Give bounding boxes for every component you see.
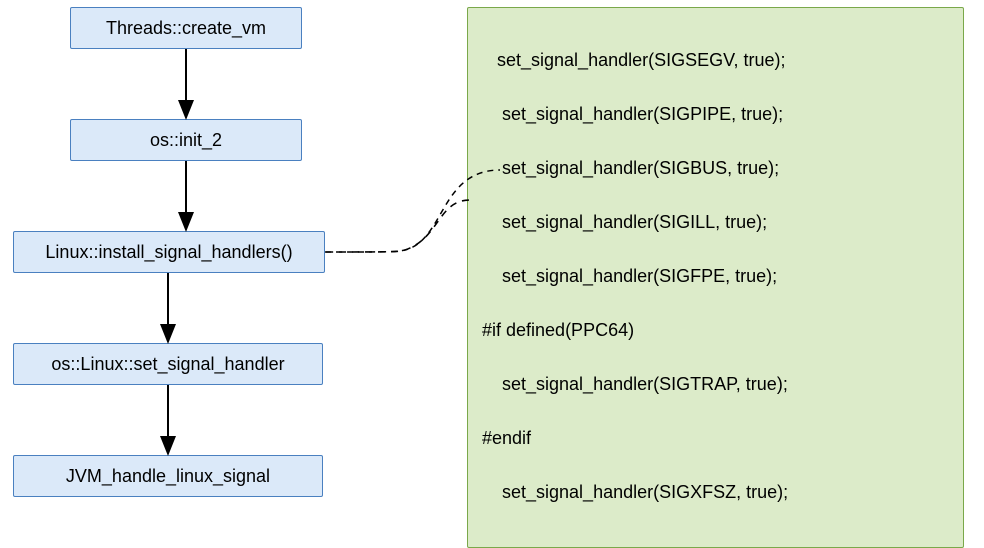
code-line: set_signal_handler(SIGXFSZ, true);: [482, 479, 949, 506]
flow-box-install-signal-handlers: Linux::install_signal_handlers(): [13, 231, 325, 273]
code-line: set_signal_handler(SIGPIPE, true);: [482, 101, 949, 128]
code-line: set_signal_handler(SIGILL, true);: [482, 209, 949, 236]
code-line: set_signal_handler(SIGSEGV, true);: [482, 47, 949, 74]
code-line: #if defined(PPC64): [482, 317, 949, 344]
code-line: #endif: [482, 425, 949, 452]
flow-box-set-signal-handler: os::Linux::set_signal_handler: [13, 343, 323, 385]
flow-box-os-init2: os::init_2: [70, 119, 302, 161]
code-line: set_signal_handler(SIGTRAP, true);: [482, 371, 949, 398]
code-snippet-box: set_signal_handler(SIGSEGV, true); set_s…: [467, 7, 964, 548]
dashed-connector-main: [325, 198, 470, 252]
flow-box-jvm-handle-linux-signal: JVM_handle_linux_signal: [13, 455, 323, 497]
code-line: set_signal_handler(SIGBUS, true);: [482, 155, 949, 182]
code-line: set_signal_handler(SIGFPE, true);: [482, 263, 949, 290]
dashed-connector-curve: [326, 200, 470, 252]
flow-box-create-vm: Threads::create_vm: [70, 7, 302, 49]
